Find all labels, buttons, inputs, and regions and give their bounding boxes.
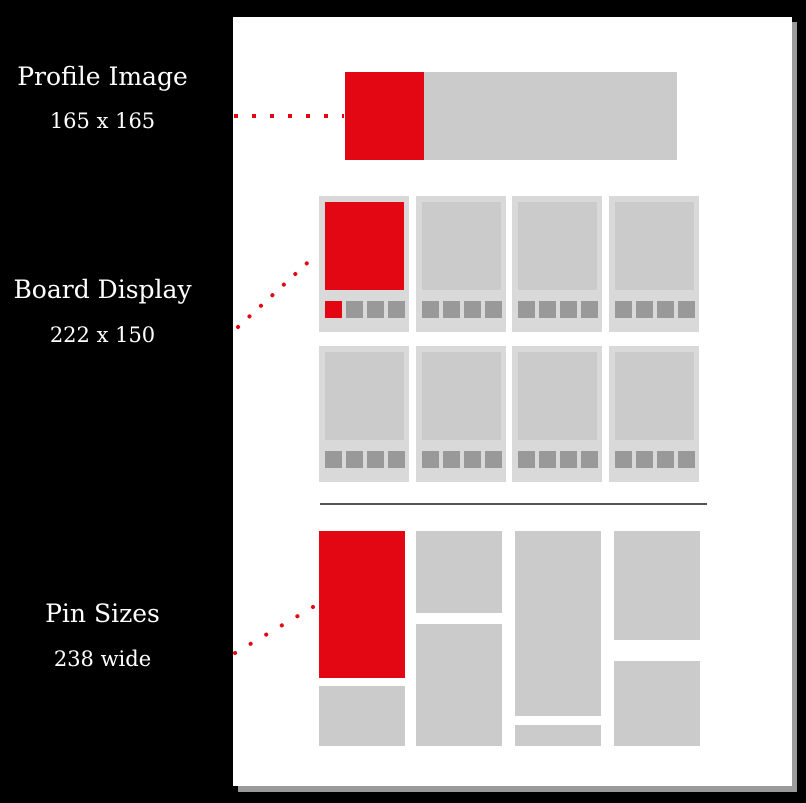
board-display-title: Board Display [13,275,192,304]
pin [515,531,601,716]
board-cover [615,352,694,440]
pin-sizes-title: Pin Sizes [45,599,160,628]
board-cover [518,352,597,440]
board-cover [325,202,404,290]
board-thumbnail [518,301,535,318]
profile-image-title: Profile Image [17,62,188,91]
board-thumbnail [657,301,674,318]
profile-image-size: 165 x 165 [49,109,156,133]
board-thumbnail [422,451,439,468]
board-thumbnail [560,301,577,318]
board-card [512,346,602,482]
pin-sizes-size: 238 wide [53,647,152,671]
board-thumbnail [636,301,653,318]
board-card [512,196,602,332]
board-thumbnail [581,451,598,468]
board-cover [422,202,501,290]
board-thumbnail [636,451,653,468]
board-thumbnail [464,451,481,468]
profile-image-annotation: Profile Image 165 x 165 [0,62,205,134]
board-card [416,196,506,332]
pin [416,531,502,613]
board-thumbnail [539,451,556,468]
board-thumbnail [657,451,674,468]
board-thumbnail [443,301,460,318]
board-thumbnail [422,301,439,318]
board-thumbnail [367,301,384,318]
board-thumbnail [560,451,577,468]
board-thumbnail [325,451,342,468]
pin [614,661,700,746]
board-card-highlighted [319,196,409,332]
board-thumbnail [485,301,502,318]
board-card [609,346,699,482]
board-thumbnail [518,451,535,468]
board-thumbnail [678,301,695,318]
board-cover [325,352,404,440]
pin [416,624,502,746]
board-thumbnail [678,451,695,468]
board-display-annotation: Board Display 222 x 150 [0,275,205,348]
board-card [319,346,409,482]
board-cover [615,202,694,290]
board-thumbnail [615,451,632,468]
board-display-size: 222 x 150 [49,323,156,347]
pin-highlighted [319,531,405,678]
board-cover [518,202,597,290]
board-thumbnail [485,451,502,468]
pin [614,531,700,640]
board-thumbnail [581,301,598,318]
board-thumbnail [388,451,405,468]
board-cover [422,352,501,440]
board-thumbnail [539,301,556,318]
board-thumbnail [325,301,342,318]
board-thumbnail [464,301,481,318]
board-card [609,196,699,332]
pin [319,686,405,746]
board-thumbnail [443,451,460,468]
profile-image-placeholder [345,72,424,160]
pin-sizes-annotation: Pin Sizes 238 wide [0,599,205,672]
section-divider [320,503,707,505]
board-thumbnail [615,301,632,318]
board-thumbnail [346,301,363,318]
pin [515,725,601,746]
board-thumbnail [388,301,405,318]
board-card [416,346,506,482]
board-thumbnail [346,451,363,468]
board-thumbnail [367,451,384,468]
